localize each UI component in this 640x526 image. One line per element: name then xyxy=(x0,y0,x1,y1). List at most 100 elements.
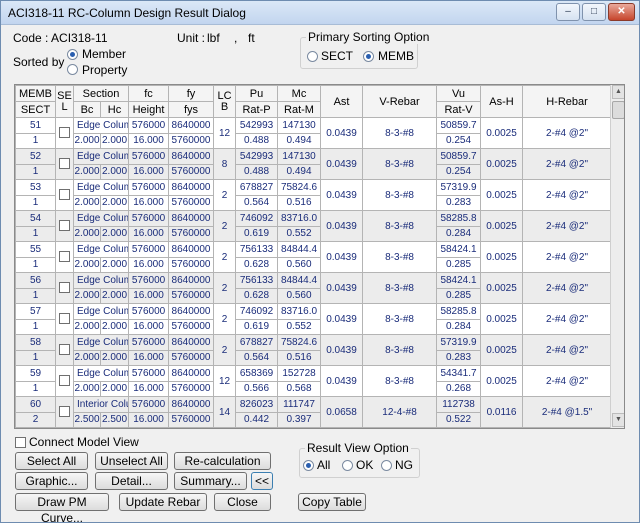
sort-sect-label[interactable]: SECT xyxy=(321,49,353,63)
ratp-cell: 0.628 xyxy=(235,287,279,304)
header-ratv[interactable]: Rat-V xyxy=(436,101,482,118)
summary-button[interactable]: Summary... xyxy=(174,472,247,490)
hc-cell: 2.500 xyxy=(99,411,130,428)
scroll-thumb[interactable] xyxy=(612,101,624,119)
header-fys[interactable]: fys xyxy=(168,101,215,118)
result-ng-radio[interactable] xyxy=(381,460,392,471)
row-select-checkbox[interactable] xyxy=(59,375,70,387)
header-bc[interactable]: Bc xyxy=(73,101,101,118)
sort-memb-radio[interactable] xyxy=(363,51,374,62)
result-ng-label[interactable]: NG xyxy=(395,458,413,472)
select-all-button[interactable]: Select All xyxy=(15,452,88,470)
copy-table-button[interactable]: Copy Table xyxy=(298,493,366,511)
sort-sect-radio[interactable] xyxy=(307,51,318,62)
header-mc[interactable]: Mc xyxy=(277,85,322,102)
header-vu[interactable]: Vu xyxy=(436,85,482,102)
hc-cell: 2.000 xyxy=(99,380,130,397)
fy-cell: 8640000 xyxy=(168,179,215,196)
header-ratp[interactable]: Rat-P xyxy=(235,101,279,118)
table-row[interactable]: 56 Edge Column5760008640000275613384844.4… xyxy=(15,272,613,304)
graphic-button[interactable]: Graphic... xyxy=(15,472,88,490)
minimize-button[interactable]: – xyxy=(556,3,580,21)
height-cell: 16.000 xyxy=(128,380,170,397)
header-height[interactable]: Height xyxy=(128,101,170,118)
row-select-checkbox[interactable] xyxy=(59,127,70,139)
header-fc[interactable]: fc xyxy=(128,85,170,102)
detail-button[interactable]: Detail... xyxy=(95,472,168,490)
header-memb[interactable]: MEMB xyxy=(15,85,56,102)
sel-cell[interactable] xyxy=(55,365,74,397)
sel-cell[interactable] xyxy=(55,303,74,335)
sort-member-radio[interactable] xyxy=(67,49,78,60)
header-hc[interactable]: Hc xyxy=(99,101,130,118)
header-sel[interactable]: SE L xyxy=(55,85,74,118)
sel-cell[interactable] xyxy=(55,396,74,428)
row-select-checkbox[interactable] xyxy=(59,251,70,263)
sel-cell[interactable] xyxy=(55,272,74,304)
memb-cell: 56 xyxy=(15,272,56,289)
results-grid[interactable]: MEMB SE L Section fc fy LC B Pu Mc Ast V… xyxy=(14,84,625,429)
unit-separator: , xyxy=(234,31,238,45)
result-all-label[interactable]: All xyxy=(317,458,330,472)
row-select-checkbox[interactable] xyxy=(59,158,70,170)
header-sect[interactable]: SECT xyxy=(15,101,56,118)
vu-cell: 58285.8 xyxy=(436,303,482,320)
header-section[interactable]: Section xyxy=(72,85,130,102)
scroll-up-icon[interactable]: ▲ xyxy=(612,85,624,99)
connect-model-view-label[interactable]: Connect Model View xyxy=(29,435,139,449)
title-bar[interactable]: ACI318-11 RC-Column Design Result Dialog… xyxy=(1,1,639,25)
row-select-checkbox[interactable] xyxy=(59,282,70,294)
sel-cell[interactable] xyxy=(55,148,74,180)
sel-cell[interactable] xyxy=(55,117,74,149)
row-select-checkbox[interactable] xyxy=(59,313,70,325)
sel-cell[interactable] xyxy=(55,179,74,211)
table-row[interactable]: 59 Edge Column576000864000012658369152728… xyxy=(15,365,613,397)
header-hrebar[interactable]: H-Rebar xyxy=(522,85,613,118)
vrebar-cell: 8-3-#8 xyxy=(362,241,438,273)
bc-cell: 2.000 xyxy=(73,349,101,366)
result-ok-radio[interactable] xyxy=(342,460,353,471)
draw-pm-curve-button[interactable]: Draw PM Curve... xyxy=(15,493,109,525)
sort-property-label[interactable]: Property xyxy=(82,63,127,77)
scroll-down-icon[interactable]: ▼ xyxy=(612,413,624,427)
collapse-button[interactable]: << xyxy=(251,472,273,490)
table-row[interactable]: 57 Edge Column5760008640000274609283716.0… xyxy=(15,303,613,335)
unselect-all-button[interactable]: Unselect All xyxy=(95,452,168,470)
sort-memb-label[interactable]: MEMB xyxy=(378,49,414,63)
row-select-checkbox[interactable] xyxy=(59,189,70,201)
sel-cell[interactable] xyxy=(55,334,74,366)
header-vrebar[interactable]: V-Rebar xyxy=(362,85,438,118)
table-row[interactable]: 55 Edge Column5760008640000275613384844.4… xyxy=(15,241,613,273)
sel-cell[interactable] xyxy=(55,210,74,242)
header-ast[interactable]: Ast xyxy=(320,85,364,118)
table-row[interactable]: 52Edge Column576000864000085429931471300… xyxy=(15,148,613,180)
header-ash[interactable]: As-H xyxy=(480,85,524,118)
grid-vertical-scrollbar[interactable]: ▲ ▼ xyxy=(610,85,624,428)
sort-property-radio[interactable] xyxy=(67,64,78,75)
update-rebar-button[interactable]: Update Rebar xyxy=(119,493,207,511)
table-row[interactable]: 60 Interior Colu 576000 8640000 14 826023 1117… xyxy=(15,396,613,428)
memb-cell: 54 xyxy=(15,210,56,227)
height-cell: 16.000 xyxy=(128,411,170,428)
result-all-radio[interactable] xyxy=(303,460,314,471)
maximize-button[interactable]: □ xyxy=(582,3,606,21)
row-select-checkbox[interactable] xyxy=(59,344,70,356)
ratv-cell: 0.285 xyxy=(436,287,482,304)
header-lcb[interactable]: LC B xyxy=(213,85,237,118)
close-button[interactable]: Close xyxy=(214,493,271,511)
recalculation-button[interactable]: Re-calculation xyxy=(174,452,271,470)
table-row[interactable]: 58 Edge Column5760008640000267882775824.6… xyxy=(15,334,613,366)
table-row[interactable]: 51 Edge Column576000864000012542993147130… xyxy=(15,117,613,149)
header-ratm[interactable]: Rat-M xyxy=(277,101,322,118)
table-row[interactable]: 53 Edge Column5760008640000267882775824.6… xyxy=(15,179,613,211)
sort-member-label[interactable]: Member xyxy=(82,47,126,61)
header-fy[interactable]: fy xyxy=(168,85,215,102)
row-select-checkbox[interactable] xyxy=(59,220,70,232)
table-row[interactable]: 54 Edge Column5760008640000274609283716.0… xyxy=(15,210,613,242)
sel-cell[interactable] xyxy=(55,241,74,273)
result-ok-label[interactable]: OK xyxy=(356,458,373,472)
header-pu[interactable]: Pu xyxy=(235,85,279,102)
row-select-checkbox[interactable] xyxy=(59,406,70,418)
close-window-button[interactable]: ✕ xyxy=(608,3,635,21)
connect-model-view-checkbox[interactable] xyxy=(15,437,26,448)
